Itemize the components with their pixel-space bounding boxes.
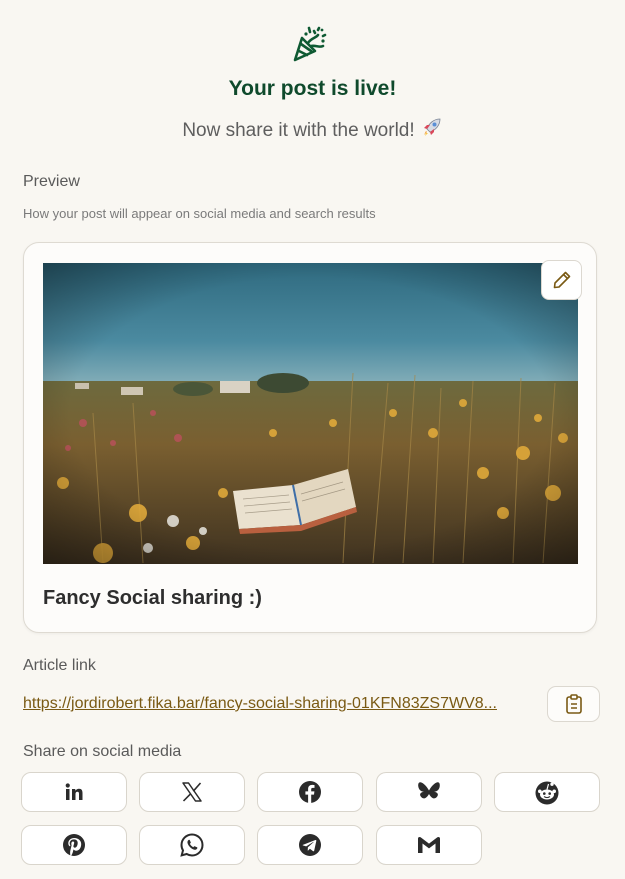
whatsapp-icon xyxy=(180,833,204,857)
rocket-icon xyxy=(421,116,443,144)
success-title: Your post is live! xyxy=(228,77,397,100)
reddit-icon xyxy=(535,781,559,805)
preview-hint: How your post will appear on social medi… xyxy=(23,206,376,221)
social-preview-card: Fancy Social sharing :) xyxy=(23,242,597,633)
pinterest-icon xyxy=(63,834,85,856)
preview-image xyxy=(43,263,578,564)
party-popper-icon xyxy=(293,26,327,62)
share-telegram-button[interactable] xyxy=(257,825,363,865)
subtitle-text: Now share it with the world! xyxy=(182,120,415,141)
article-link-url[interactable]: https://jordirobert.fika.bar/fancy-socia… xyxy=(23,695,541,713)
telegram-icon xyxy=(299,834,321,856)
preview-label: Preview xyxy=(23,173,80,190)
preview-title: Fancy Social sharing :) xyxy=(43,587,262,609)
share-whatsapp-button[interactable] xyxy=(139,825,245,865)
clipboard-icon xyxy=(565,694,582,714)
x-icon xyxy=(182,782,202,802)
field-with-open-book-photo xyxy=(43,263,578,564)
gmail-icon xyxy=(418,836,440,853)
share-pinterest-button[interactable] xyxy=(21,825,127,865)
post-published-panel: Your post is live! Now share it with the… xyxy=(0,0,625,879)
share-bluesky-button[interactable] xyxy=(376,772,482,812)
share-x-button[interactable] xyxy=(139,772,245,812)
article-link-label: Article link xyxy=(23,657,96,674)
share-linkedin-button[interactable] xyxy=(21,772,127,812)
share-reddit-button[interactable] xyxy=(494,772,600,812)
pencil-icon xyxy=(553,271,570,289)
share-facebook-button[interactable] xyxy=(257,772,363,812)
facebook-icon xyxy=(299,781,321,803)
bluesky-icon xyxy=(418,782,440,799)
success-subtitle: Now share it with the world! xyxy=(0,116,625,144)
linkedin-icon xyxy=(65,783,83,800)
edit-preview-button[interactable] xyxy=(541,260,582,300)
share-gmail-button[interactable] xyxy=(376,825,482,865)
share-label: Share on social media xyxy=(23,743,182,760)
copy-link-button[interactable] xyxy=(547,686,600,722)
